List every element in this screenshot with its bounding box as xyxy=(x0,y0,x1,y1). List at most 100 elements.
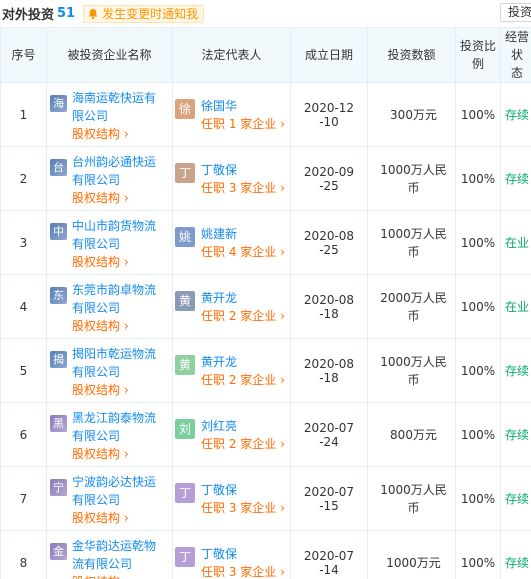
row-index: 7 xyxy=(0,466,47,531)
investment-ratio: 100% xyxy=(455,402,501,467)
company-logo[interactable]: 揭 xyxy=(50,350,67,368)
company-cell: 揭 揭阳市乾运物流 有限公司 股权结构 › xyxy=(46,338,173,403)
company-name-link[interactable]: 宁波韵必达快运 有限公司 xyxy=(72,473,156,509)
table-row: 2 台 台州韵必通快运 有限公司 股权结构 › 丁 丁敬保 任职 3 家企业 › … xyxy=(0,146,531,211)
legal-rep-cell: 丁 丁敬保 任职 3 家企业 › xyxy=(172,146,291,211)
company-name-link[interactable]: 台州韵必通快运 有限公司 xyxy=(72,153,156,189)
investment-count: 51 xyxy=(57,6,76,21)
legal-rep-name-link[interactable]: 丁敬保 xyxy=(201,161,285,179)
established-date: 2020-08 -25 xyxy=(290,210,368,275)
legal-rep-name-link[interactable]: 姚建新 xyxy=(201,225,285,243)
legal-rep-cell: 黄 黄开龙 任职 2 家企业 › xyxy=(172,274,291,339)
avatar[interactable]: 刘 xyxy=(175,418,195,439)
status-badge: 存续 xyxy=(500,146,531,211)
avatar[interactable]: 丁 xyxy=(175,546,195,567)
established-date: 2020-07 -14 xyxy=(290,530,368,579)
company-name-link[interactable]: 东莞市韵卓物流 有限公司 xyxy=(72,281,156,317)
company-name-link[interactable]: 中山市韵货物流 有限公司 xyxy=(72,217,156,253)
equity-structure-link[interactable]: 股权结构 › xyxy=(72,125,156,143)
established-date: 2020-08 -18 xyxy=(290,338,368,403)
legal-rep-positions-link[interactable]: 任职 1 家企业 › xyxy=(201,115,285,133)
avatar[interactable]: 黄 xyxy=(175,354,195,375)
company-logo[interactable]: 宁 xyxy=(50,478,67,496)
company-logo[interactable]: 东 xyxy=(50,286,67,304)
legal-rep-positions-link[interactable]: 任职 3 家企业 › xyxy=(201,499,285,517)
legal-rep-name-link[interactable]: 黄开龙 xyxy=(201,353,285,371)
legal-rep-name-link[interactable]: 刘红亮 xyxy=(201,417,285,435)
investment-ratio: 100% xyxy=(455,82,501,147)
company-name-link[interactable]: 金华韵达运乾物 流有限公司 xyxy=(72,537,156,573)
company-logo[interactable]: 金 xyxy=(50,542,67,560)
legal-rep-cell: 丁 丁敬保 任职 3 家企业 › xyxy=(172,466,291,531)
company-name-link[interactable]: 黑龙江韵泰物流 有限公司 xyxy=(72,409,156,445)
company-name-link[interactable]: 揭阳市乾运物流 有限公司 xyxy=(72,345,156,381)
row-index: 3 xyxy=(0,210,47,275)
company-name-link[interactable]: 海南运乾快运有 限公司 xyxy=(72,89,156,125)
investment-amount: 1000万人民币 xyxy=(367,210,456,275)
avatar[interactable]: 徐 xyxy=(175,98,195,119)
investment-ratio: 100% xyxy=(455,338,501,403)
legal-rep-name-link[interactable]: 徐国华 xyxy=(201,97,285,115)
legal-rep-cell: 徐 徐国华 任职 1 家企业 › xyxy=(172,82,291,147)
company-logo[interactable]: 海 xyxy=(50,94,67,112)
company-cell: 海 海南运乾快运有 限公司 股权结构 › xyxy=(46,82,173,147)
row-index: 5 xyxy=(0,338,47,403)
equity-structure-link[interactable]: 股权结构 › xyxy=(72,445,156,463)
section-header: 对外投资 51 发生变更时通知我 投资 xyxy=(0,0,531,27)
equity-structure-link[interactable]: 股权结构 › xyxy=(72,317,156,335)
equity-structure-link[interactable]: 股权结构 › xyxy=(72,189,156,207)
company-cell: 东 东莞市韵卓物流 有限公司 股权结构 › xyxy=(46,274,173,339)
avatar[interactable]: 丁 xyxy=(175,162,195,183)
legal-rep-name-link[interactable]: 丁敬保 xyxy=(201,481,285,499)
table-row: 6 黑 黑龙江韵泰物流 有限公司 股权结构 › 刘 刘红亮 任职 2 家企业 › … xyxy=(0,402,531,467)
status-badge: 存续 xyxy=(500,402,531,467)
col-date: 成立日期 xyxy=(290,27,368,83)
established-date: 2020-09 -25 xyxy=(290,146,368,211)
invest-filter-button[interactable]: 投资 xyxy=(499,3,531,22)
section-title: 对外投资 xyxy=(2,8,55,23)
company-logo[interactable]: 中 xyxy=(50,222,67,240)
avatar[interactable]: 姚 xyxy=(175,226,195,247)
investment-amount: 1000万人民币 xyxy=(367,146,456,211)
row-index: 4 xyxy=(0,274,47,339)
investment-ratio: 100% xyxy=(455,274,501,339)
legal-rep-positions-link[interactable]: 任职 4 家企业 › xyxy=(201,243,285,261)
legal-rep-positions-link[interactable]: 任职 2 家企业 › xyxy=(201,307,285,325)
equity-structure-link[interactable]: 股权结构 › xyxy=(72,253,156,271)
equity-structure-link[interactable]: 股权结构 › xyxy=(72,573,156,579)
equity-structure-link[interactable]: 股权结构 › xyxy=(72,509,156,527)
company-cell: 台 台州韵必通快运 有限公司 股权结构 › xyxy=(46,146,173,211)
table-row: 1 海 海南运乾快运有 限公司 股权结构 › 徐 徐国华 任职 1 家企业 › 2… xyxy=(0,82,531,147)
equity-structure-link[interactable]: 股权结构 › xyxy=(72,381,156,399)
bell-icon xyxy=(88,8,98,19)
investment-amount: 300万元 xyxy=(367,82,456,147)
avatar[interactable]: 黄 xyxy=(175,290,195,311)
legal-rep-positions-link[interactable]: 任职 2 家企业 › xyxy=(201,435,285,453)
table-row: 8 金 金华韵达运乾物流有限公司 股权结构 › 丁 丁敬保 任职 3 家企业 ›… xyxy=(0,530,531,579)
table-header-row: 序号 被投资企业名称 法定代表人 成立日期 投资数额 投资比例 经营状态 xyxy=(0,27,531,83)
col-legal-rep: 法定代表人 xyxy=(172,27,291,83)
investment-ratio: 100% xyxy=(455,146,501,211)
col-amount: 投资数额 xyxy=(367,27,456,83)
legal-rep-cell: 丁 丁敬保 任职 3 家企业 › xyxy=(172,530,291,579)
established-date: 2020-08 -18 xyxy=(290,274,368,339)
established-date: 2020-07 -24 xyxy=(290,402,368,467)
company-cell: 宁 宁波韵必达快运 有限公司 股权结构 › xyxy=(46,466,173,531)
avatar[interactable]: 丁 xyxy=(175,482,195,503)
investment-amount: 800万元 xyxy=(367,402,456,467)
status-badge: 存续 xyxy=(500,530,531,579)
status-badge: 在业 xyxy=(500,210,531,275)
legal-rep-positions-link[interactable]: 任职 2 家企业 › xyxy=(201,371,285,389)
company-cell: 黑 黑龙江韵泰物流 有限公司 股权结构 › xyxy=(46,402,173,467)
table-row: 7 宁 宁波韵必达快运 有限公司 股权结构 › 丁 丁敬保 任职 3 家企业 › … xyxy=(0,466,531,531)
notify-button[interactable]: 发生变更时通知我 xyxy=(83,4,205,23)
notify-label: 发生变更时通知我 xyxy=(102,7,199,21)
company-logo[interactable]: 台 xyxy=(50,158,67,176)
legal-rep-positions-link[interactable]: 任职 3 家企业 › xyxy=(201,179,285,197)
investment-table: 序号 被投资企业名称 法定代表人 成立日期 投资数额 投资比例 经营状态 1 海… xyxy=(0,27,531,579)
legal-rep-name-link[interactable]: 黄开龙 xyxy=(201,289,285,307)
legal-rep-name-link[interactable]: 丁敬保 xyxy=(201,545,285,563)
company-logo[interactable]: 黑 xyxy=(50,414,67,432)
table-row: 4 东 东莞市韵卓物流 有限公司 股权结构 › 黄 黄开龙 任职 2 家企业 › … xyxy=(0,274,531,339)
legal-rep-positions-link[interactable]: 任职 3 家企业 › xyxy=(201,563,285,579)
